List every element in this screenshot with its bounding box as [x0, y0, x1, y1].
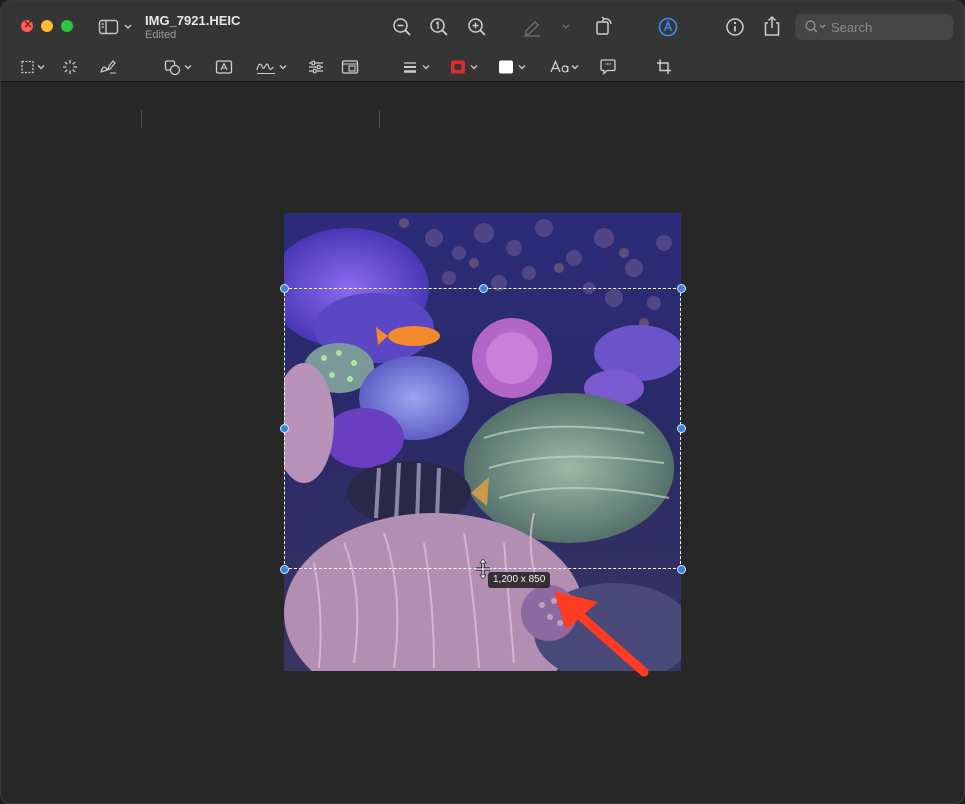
- resize-handle-bottom-left[interactable]: [280, 565, 289, 574]
- sidebar-icon: [98, 19, 132, 35]
- text-style-icon: [550, 59, 579, 73]
- toolbar-separator: [141, 110, 142, 128]
- share-button[interactable]: [761, 14, 783, 38]
- fill-color-icon: [499, 60, 526, 74]
- resize-handle-top-right[interactable]: [677, 284, 686, 293]
- chevron-down-icon: [124, 24, 132, 29]
- chevron-down-icon: [37, 65, 45, 70]
- fill-color-button[interactable]: [495, 57, 531, 77]
- minimize-window-button[interactable]: [41, 20, 53, 32]
- shapes-button[interactable]: [161, 57, 195, 77]
- crop-icon: [657, 59, 671, 74]
- actual-size-icon: [430, 18, 448, 36]
- border-color-button[interactable]: [447, 57, 483, 77]
- resize-handle-left[interactable]: [280, 424, 289, 433]
- markup-icon: [658, 17, 678, 37]
- chevron-down-icon: [470, 65, 478, 70]
- zoom-out-icon: [393, 18, 411, 36]
- adjust-color-button[interactable]: [305, 57, 327, 77]
- preview-window: IMG_7921.HEIC Edited: [0, 0, 965, 804]
- search-field[interactable]: Search: [795, 14, 953, 40]
- chevron-down-icon: [422, 65, 430, 70]
- chevron-down-icon: [819, 24, 826, 29]
- zoom-in-button[interactable]: [466, 16, 488, 38]
- annotation-arrow-icon: [554, 591, 649, 677]
- selection-tools-button[interactable]: [17, 57, 49, 77]
- chevron-down-icon: [279, 65, 287, 70]
- sidebar-toggle-button[interactable]: [97, 17, 135, 37]
- instant-alpha-button[interactable]: [59, 57, 81, 77]
- signature-button[interactable]: [253, 57, 291, 77]
- share-icon: [764, 15, 780, 36]
- chevron-down-icon: [184, 65, 192, 70]
- zoom-window-button[interactable]: [61, 20, 73, 32]
- info-button[interactable]: [724, 16, 746, 38]
- close-window-button[interactable]: [21, 17, 33, 32]
- markup-toolbar-button[interactable]: [657, 16, 679, 38]
- sketch-button[interactable]: [97, 57, 119, 77]
- highlight-button[interactable]: [520, 15, 544, 39]
- instant-alpha-icon: [63, 60, 77, 74]
- search-icon: [805, 20, 826, 33]
- document-title[interactable]: IMG_7921.HEIC: [145, 13, 240, 28]
- rotate-icon: [596, 16, 612, 35]
- selection-rectangle[interactable]: [284, 288, 681, 569]
- zoom-in-icon: [468, 18, 486, 36]
- text-box-icon: [215, 60, 233, 74]
- resize-handle-right[interactable]: [677, 424, 686, 433]
- shape-style-button[interactable]: [399, 57, 435, 77]
- shape-style-icon: [404, 62, 430, 73]
- toolbar-separator: [379, 110, 380, 128]
- rotate-button[interactable]: [592, 14, 616, 38]
- sketch-icon: [100, 60, 116, 74]
- signature-icon: [256, 63, 287, 75]
- shapes-icon: [164, 60, 192, 76]
- resize-handle-bottom-right[interactable]: [677, 565, 686, 574]
- note-button[interactable]: " ": [597, 57, 619, 77]
- selection-size-badge: 1,200 x 850: [488, 572, 551, 588]
- info-icon: [726, 18, 744, 36]
- chevron-down-icon: [562, 24, 570, 29]
- adjust-size-button[interactable]: [339, 57, 361, 77]
- chevron-down-icon: [571, 65, 579, 70]
- adjust-color-icon: [309, 60, 323, 74]
- svg-text:": ": [608, 62, 611, 70]
- resize-handle-top[interactable]: [479, 284, 488, 293]
- note-icon: " ": [600, 59, 616, 76]
- title-bar: IMG_7921.HEIC Edited: [1, 1, 964, 53]
- border-color-icon: [451, 60, 478, 74]
- resize-handle-top-left[interactable]: [280, 284, 289, 293]
- crop-button[interactable]: [653, 57, 675, 77]
- rectangular-selection-icon: [21, 60, 45, 74]
- text-box-button[interactable]: [213, 57, 235, 77]
- search-placeholder: Search: [831, 20, 873, 35]
- zoom-out-button[interactable]: [391, 16, 413, 38]
- highlight-menu-button[interactable]: [557, 19, 575, 35]
- markup-toolbar: " ": [1, 53, 964, 128]
- document-status: Edited: [145, 29, 177, 41]
- chevron-down-icon: [518, 65, 526, 70]
- highlight-icon: [524, 21, 540, 37]
- actual-size-button[interactable]: [428, 16, 450, 38]
- text-style-button[interactable]: [547, 57, 583, 77]
- adjust-size-icon: [341, 60, 359, 74]
